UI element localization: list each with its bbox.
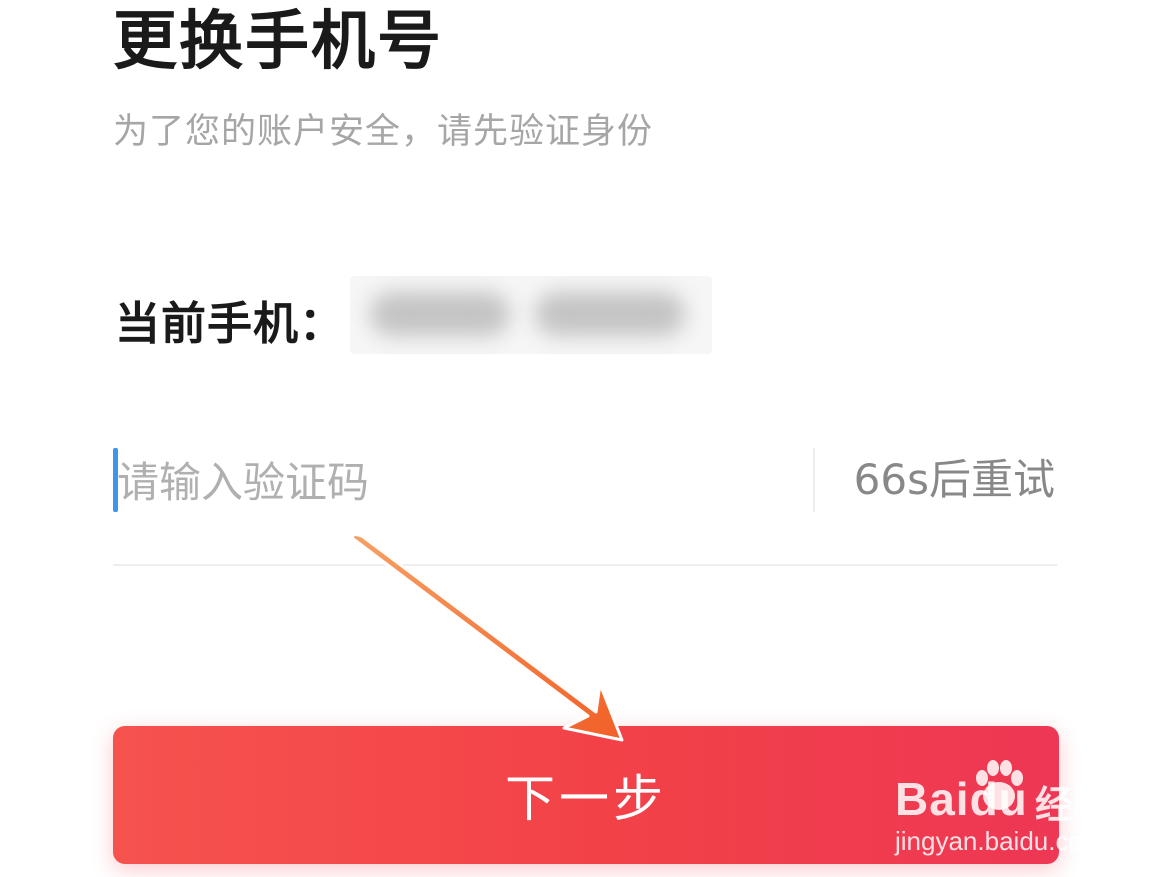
resend-countdown: 66s后重试 <box>853 455 1055 504</box>
current-phone-label: 当前手机： <box>115 297 346 350</box>
watermark-brand-text: 经验 <box>1035 783 1112 827</box>
watermark-url-text: jingyan.baidu.com <box>895 826 1105 856</box>
page-title: 更换手机号 <box>113 5 443 79</box>
change-phone-page: 更换手机号 为了您的账户安全，请先验证身份 当前手机： 66s后重试 下一步 B… <box>0 0 1170 877</box>
baidu-jingyan-watermark: Baidu 经验 jingyan.baidu.com <box>895 750 1115 860</box>
current-phone-number-redacted <box>350 276 712 354</box>
paw-icon <box>976 760 1023 810</box>
verification-code-input[interactable] <box>113 442 807 522</box>
page-subtitle: 为了您的账户安全，请先验证身份 <box>113 112 654 152</box>
text-caret <box>113 448 118 512</box>
input-divider <box>813 448 815 512</box>
verification-code-row: 66s后重试 <box>113 432 1057 566</box>
